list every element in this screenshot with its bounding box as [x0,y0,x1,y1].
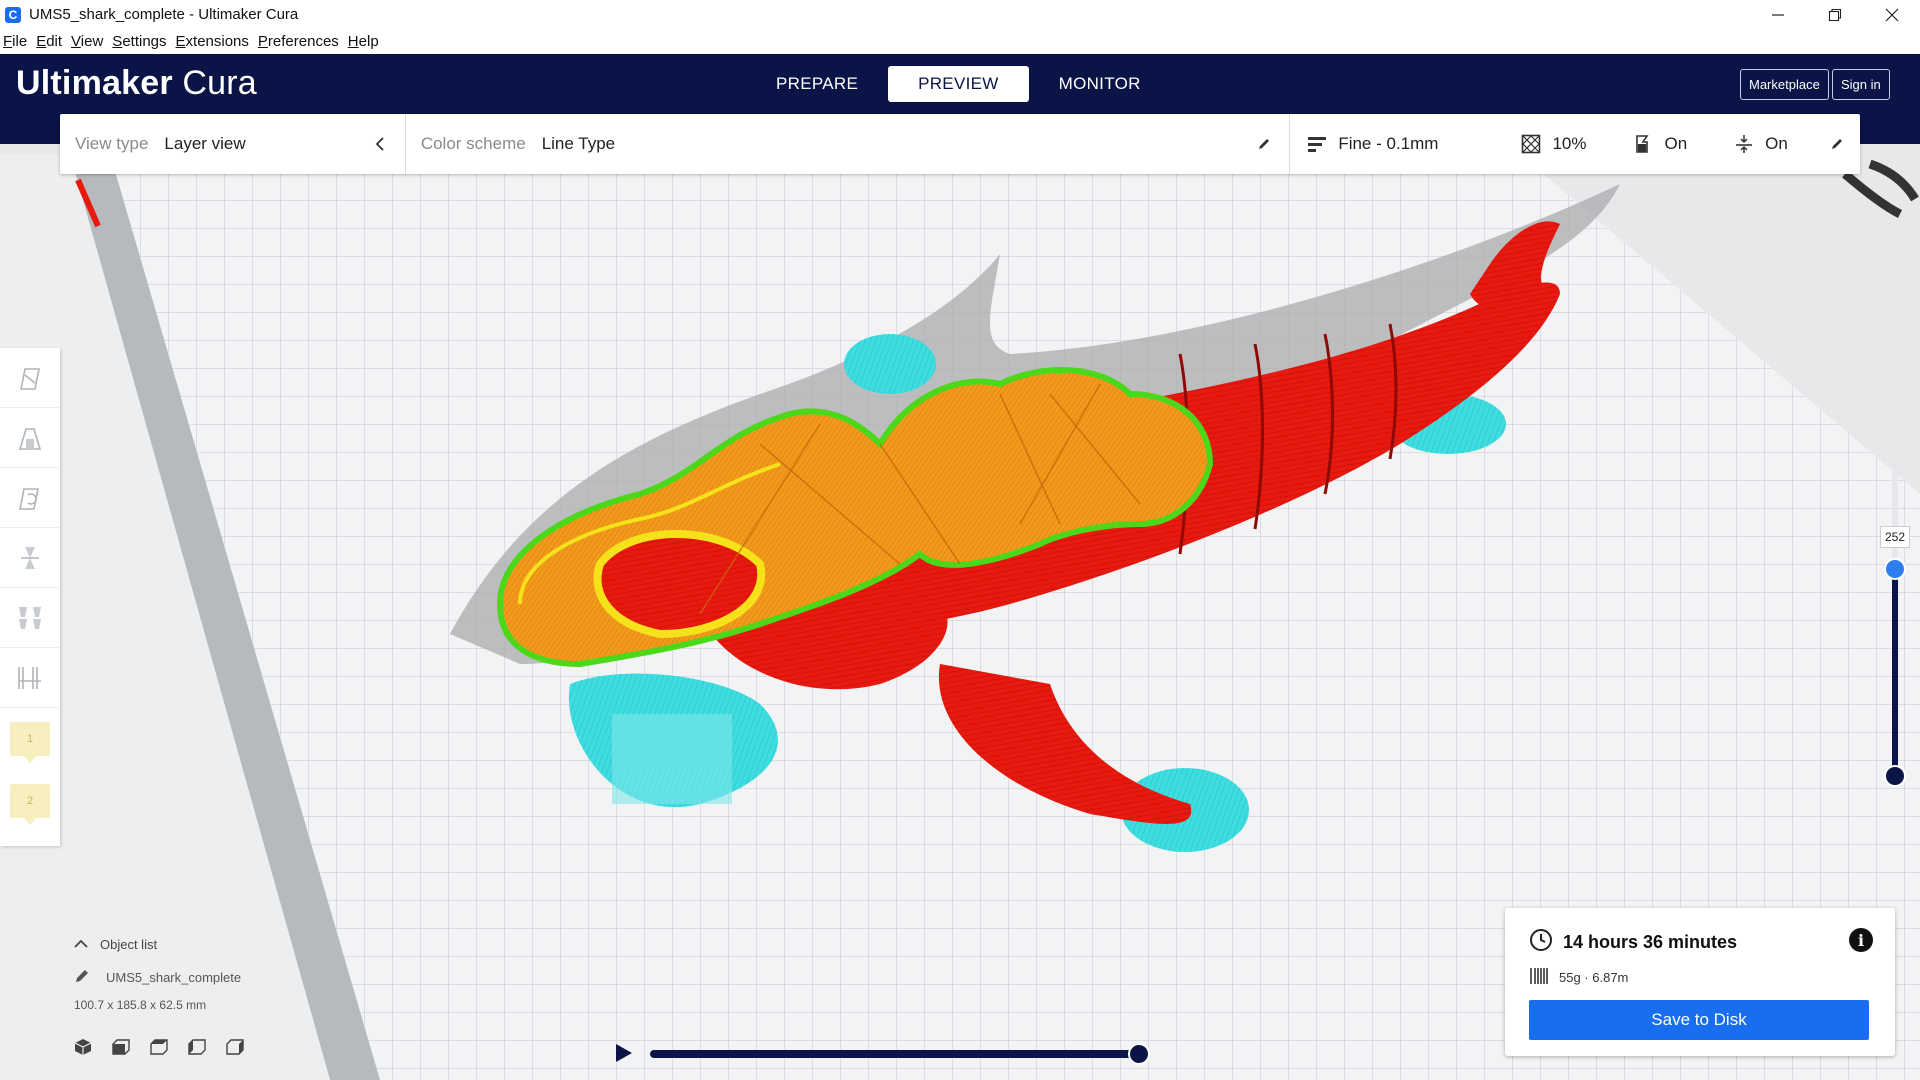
support-icon [1632,133,1654,155]
left-toolbar: 1 2 [0,348,60,846]
path-slider-handle[interactable] [1128,1043,1150,1065]
object-dimensions: 100.7 x 185.8 x 62.5 mm [74,998,207,1012]
adhesion-icon [1733,133,1755,155]
chevron-left-icon[interactable] [369,133,391,155]
top-view-icon[interactable] [150,1038,168,1056]
extension-button-1[interactable]: 1 [0,708,60,770]
layer-slider-lower-handle[interactable] [1884,765,1906,787]
chevron-up-icon[interactable] [74,937,88,952]
menu-file[interactable]: File [3,33,27,50]
infill-setting[interactable]: 10% [1520,133,1586,155]
print-information-panel: 14 hours 36 minutes i 55g · 6.87m Save t… [1505,908,1895,1056]
extension-badge-2: 2 [10,784,50,825]
tab-preview[interactable]: PREVIEW [888,66,1029,102]
info-icon[interactable]: i [1849,928,1873,952]
support-blocker-icon [18,666,41,689]
support-structure [612,714,732,804]
support-setting[interactable]: On [1632,133,1687,155]
object-list-label: Object list [100,936,158,952]
support-value: On [1664,134,1688,153]
rotate-tool-icon [19,487,39,510]
window-titlebar: C UMS5_shark_complete - Ultimaker Cura [0,0,1920,29]
stage-tabs: PREPARE PREVIEW MONITOR [746,66,1171,102]
minimize-icon[interactable] [1749,0,1806,29]
front-view-icon[interactable] [112,1038,130,1056]
left-view-icon[interactable] [188,1038,206,1056]
color-scheme-label: Color scheme [420,134,526,153]
right-view-icon[interactable] [226,1038,244,1056]
menu-preferences[interactable]: Preferences [258,33,339,50]
scale-tool-icon [18,427,42,450]
pencil-icon[interactable] [74,968,90,987]
infill-value: 10% [1552,134,1587,153]
print-time-row: 14 hours 36 minutes [1529,928,1737,957]
spool-icon [1529,966,1549,989]
object-list-panel: Object list UMS5_shark_complete 100.7 x … [74,932,374,1056]
extension-badge-1: 1 [10,722,50,763]
layer-height-icon [1306,133,1328,155]
print-time: 14 hours 36 minutes [1563,932,1738,952]
color-scheme-selector[interactable]: Color scheme Line Type [406,114,1290,174]
menu-help[interactable]: Help [348,33,379,50]
restore-icon[interactable] [1806,0,1863,29]
menu-extensions[interactable]: Extensions [176,33,249,50]
adhesion-setting[interactable]: On [1733,133,1788,155]
pencil-icon[interactable] [1253,133,1275,155]
window-controls [1749,0,1920,29]
camera-view-buttons [74,1038,374,1056]
cura-app-icon: C [5,6,21,23]
material-usage: 55g · 6.87m [1559,970,1629,985]
marketplace-button[interactable]: Marketplace [1740,69,1829,100]
tab-prepare[interactable]: PREPARE [746,66,888,102]
path-slider-track[interactable] [650,1050,1140,1058]
extension-button-2[interactable]: 2 [0,770,60,832]
view-settings-bar: View type Layer view Color scheme Line T… [60,114,1860,174]
menu-bar: File Edit View Settings Extensions Prefe… [0,29,1920,54]
adhesion-value: On [1765,134,1788,153]
ultimaker-cura-logo: Ultimaker Cura [16,64,257,103]
pencil-icon[interactable] [1826,133,1848,155]
infill-icon [1520,133,1542,155]
brim-top [844,334,936,394]
color-scheme-value: Line Type [541,134,616,153]
move-tool-icon [20,367,40,390]
3d-view-icon[interactable] [74,1038,92,1056]
object-list-toggle[interactable]: Object list [74,932,374,956]
rotate-tool-button[interactable] [0,468,60,528]
current-layer-label[interactable]: 252 [1880,526,1910,548]
sign-in-button[interactable]: Sign in [1832,69,1890,100]
layer-slider-track[interactable] [1892,560,1898,776]
print-settings-summary[interactable]: Fine - 0.1mm 10% On On [1290,114,1860,174]
per-model-settings-icon [19,606,41,629]
scale-tool-button[interactable] [0,408,60,468]
menu-edit[interactable]: Edit [36,33,62,50]
save-to-disk-button[interactable]: Save to Disk [1529,1000,1869,1040]
layer-slider-upper-handle[interactable] [1884,558,1906,580]
menu-view[interactable]: View [71,33,103,50]
window-title: UMS5_shark_complete - Ultimaker Cura [29,6,299,23]
view-type-value: Layer view [164,134,246,153]
mirror-tool-button[interactable] [0,528,60,588]
logo-light: Cura [182,64,257,102]
play-icon[interactable] [614,1042,634,1064]
profile-value: Fine - 0.1mm [1338,134,1439,153]
object-name: UMS5_shark_complete [106,969,242,985]
mirror-tool-icon [21,546,39,569]
object-name-row[interactable]: UMS5_shark_complete [74,966,374,988]
support-blocker-button[interactable] [0,648,60,708]
move-tool-button[interactable] [0,348,60,408]
layer-slider[interactable]: 252 [1880,470,1910,800]
material-usage-row: 55g · 6.87m [1529,966,1628,989]
profile-setting[interactable]: Fine - 0.1mm [1306,133,1438,155]
menu-settings[interactable]: Settings [112,33,166,50]
per-model-settings-button[interactable] [0,588,60,648]
close-icon[interactable] [1863,0,1920,29]
logo-bold: Ultimaker [16,64,173,102]
tab-monitor[interactable]: MONITOR [1029,66,1171,102]
view-type-selector[interactable]: View type Layer view [60,114,405,174]
view-type-label: View type [75,134,149,153]
clock-icon [1529,928,1553,957]
